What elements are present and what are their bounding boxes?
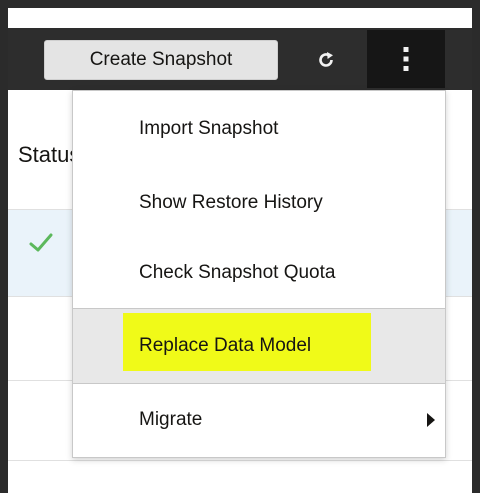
actions-dropdown-menu: Import Snapshot Show Restore History Che… xyxy=(72,90,446,458)
menu-item-import-snapshot[interactable]: Import Snapshot xyxy=(73,91,445,167)
menu-item-label: Show Restore History xyxy=(139,192,323,213)
menu-item-label: Migrate xyxy=(139,409,203,430)
refresh-icon xyxy=(319,52,333,67)
create-snapshot-button[interactable]: Create Snapshot xyxy=(44,40,278,80)
refresh-button[interactable] xyxy=(304,38,348,82)
submenu-arrow-icon xyxy=(427,413,435,427)
menu-item-label: Replace Data Model xyxy=(139,335,312,356)
menu-item-check-snapshot-quota[interactable]: Check Snapshot Quota xyxy=(73,239,445,307)
menu-item-label: Check Snapshot Quota xyxy=(139,262,336,283)
menu-item-label: Import Snapshot xyxy=(139,118,279,139)
menu-item-replace-data-model[interactable]: Replace Data Model xyxy=(73,309,445,383)
toolbar: Create Snapshot xyxy=(8,28,472,90)
create-snapshot-label: Create Snapshot xyxy=(89,49,233,70)
more-actions-button[interactable] xyxy=(367,30,445,88)
header-strip xyxy=(8,8,472,28)
row-divider xyxy=(8,460,472,461)
menu-item-show-restore-history[interactable]: Show Restore History xyxy=(73,167,445,239)
menu-item-migrate[interactable]: Migrate xyxy=(73,384,445,456)
check-icon xyxy=(29,233,53,252)
window-top-edge xyxy=(0,0,480,8)
kebab-menu-icon xyxy=(403,47,409,71)
